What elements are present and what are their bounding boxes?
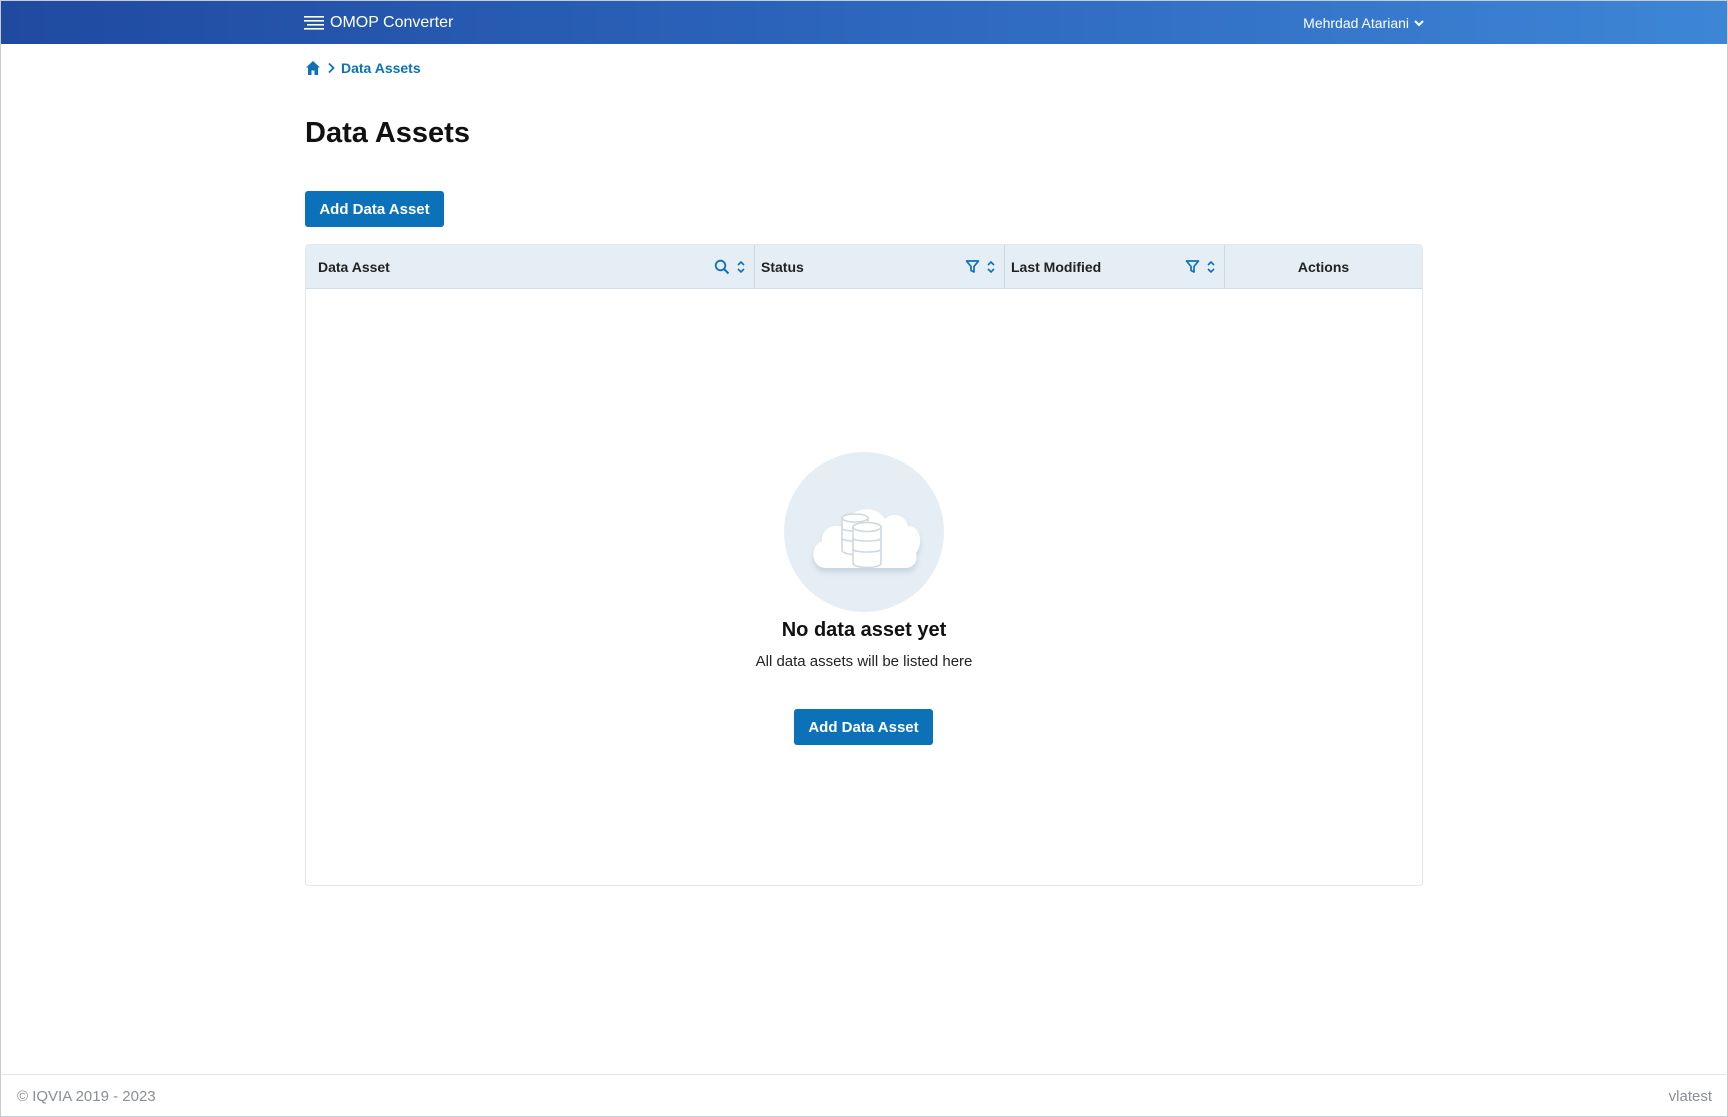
column-label-data-asset: Data Asset (318, 258, 390, 275)
chevron-right-icon (328, 62, 335, 74)
chevron-down-icon (1414, 19, 1424, 26)
search-icon[interactable] (714, 259, 730, 275)
cloud-database-icon (813, 509, 921, 569)
filter-icon[interactable] (965, 259, 980, 274)
table-header: Data Asset Status Last Modified Actions (306, 245, 1422, 289)
app-window: OMOP Converter Mehrdad Atariani Data Ass… (0, 0, 1728, 1117)
breadcrumb: Data Assets (305, 60, 421, 76)
user-name: Mehrdad Atariani (1303, 14, 1409, 31)
empty-state: No data asset yet All data assets will b… (306, 289, 1422, 885)
column-label-status: Status (761, 258, 804, 275)
add-data-asset-button[interactable]: Add Data Asset (305, 191, 444, 227)
breadcrumb-data-assets[interactable]: Data Assets (341, 60, 421, 76)
filter-icon[interactable] (1185, 259, 1200, 274)
copyright-text: © IQVIA 2019 - 2023 (17, 1087, 156, 1105)
column-header-data-asset: Data Asset (306, 245, 755, 288)
page-title: Data Assets (305, 117, 470, 149)
column-header-actions: Actions (1225, 245, 1422, 288)
app-brand[interactable]: OMOP Converter (304, 1, 453, 44)
home-icon[interactable] (305, 60, 321, 76)
empty-state-subtitle: All data assets will be listed here (755, 653, 973, 670)
user-menu[interactable]: Mehrdad Atariani (1303, 1, 1425, 44)
footer: © IQVIA 2019 - 2023 vlatest (1, 1074, 1727, 1117)
top-bar: OMOP Converter Mehrdad Atariani (1, 1, 1727, 44)
column-label-last-modified: Last Modified (1011, 258, 1102, 275)
sort-icon[interactable] (986, 259, 996, 275)
empty-illustration (784, 452, 944, 612)
column-label-actions: Actions (1297, 258, 1350, 275)
column-header-status: Status (755, 245, 1005, 288)
sort-icon[interactable] (736, 259, 746, 275)
empty-state-title: No data asset yet (781, 619, 947, 641)
app-title: OMOP Converter (330, 13, 454, 31)
column-header-last-modified: Last Modified (1005, 245, 1225, 288)
menu-lines-icon (304, 15, 324, 30)
empty-state-add-button[interactable]: Add Data Asset (794, 709, 933, 745)
sort-icon[interactable] (1206, 259, 1216, 275)
version-text: vlatest (1668, 1087, 1712, 1105)
data-assets-table: Data Asset Status Last Modified Actions … (305, 244, 1423, 886)
